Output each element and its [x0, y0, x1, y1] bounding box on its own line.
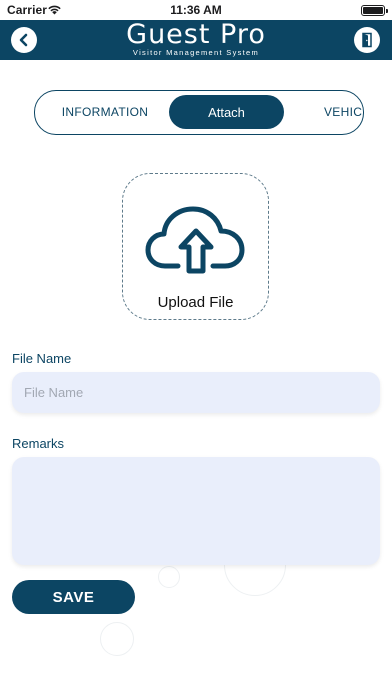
status-bar: Carrier 11:36 AM	[0, 0, 392, 20]
background-bubble	[158, 566, 180, 588]
file-name-label: File Name	[12, 351, 72, 366]
app-title: Guest Pro	[126, 19, 266, 50]
tab-vehicle[interactable]: VEHIC	[324, 91, 363, 133]
app-subtitle: Visitor Management System	[132, 48, 260, 57]
upload-file-label: Upload File	[157, 294, 234, 311]
app-header: Guest Pro Visitor Management System	[0, 20, 392, 60]
file-name-input[interactable]	[12, 372, 380, 413]
battery-icon	[361, 5, 388, 16]
tab-attach[interactable]: Attach	[169, 95, 284, 129]
save-button[interactable]: SAVE	[12, 580, 135, 614]
exit-button[interactable]	[354, 27, 380, 53]
tab-bar: INFORMATION Attach VEHIC	[34, 90, 364, 135]
status-time: 11:36 AM	[170, 3, 222, 17]
cloud-upload-icon	[145, 206, 244, 274]
door-exit-icon	[362, 32, 372, 48]
upload-file-button[interactable]: Upload File	[122, 173, 269, 320]
back-button[interactable]	[11, 27, 37, 53]
chevron-left-icon	[19, 33, 28, 47]
tab-information[interactable]: INFORMATION	[45, 91, 165, 133]
background-bubble	[100, 622, 134, 656]
remarks-input[interactable]	[12, 457, 380, 565]
remarks-label: Remarks	[12, 436, 65, 451]
brand: Guest Pro Visitor Management System	[0, 20, 392, 57]
